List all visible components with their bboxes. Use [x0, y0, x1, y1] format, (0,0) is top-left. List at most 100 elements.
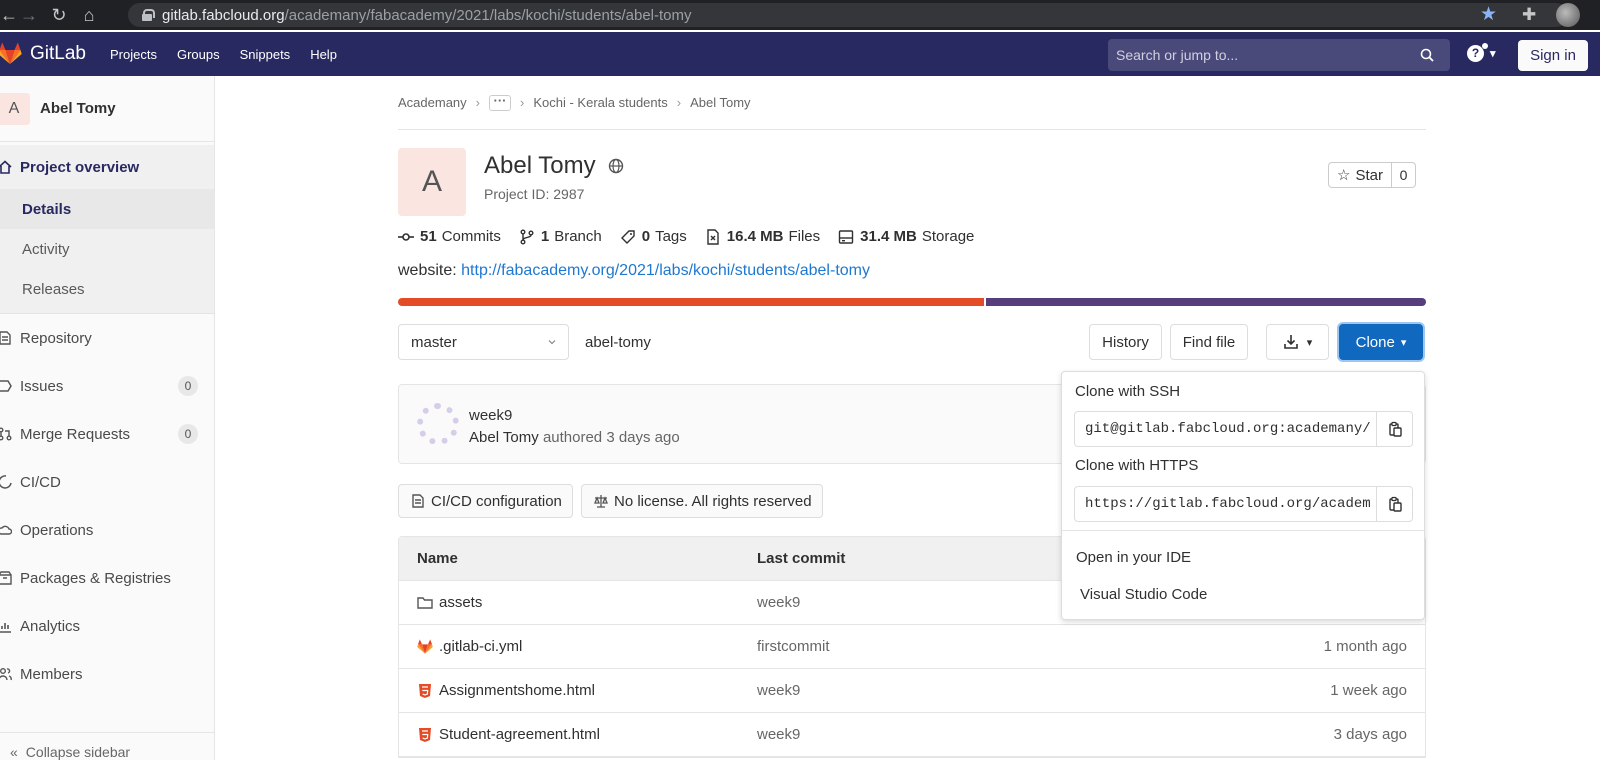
- sidebar-item-cicd[interactable]: CI/CD: [0, 458, 214, 506]
- bookmark-star-icon[interactable]: ★: [1480, 0, 1497, 30]
- files-size: 16.4 MB: [726, 228, 784, 245]
- commit-author[interactable]: Abel Tomy: [469, 429, 539, 446]
- clone-dropdown-menu: Clone with SSH Clone with HTTPS Open in …: [1061, 371, 1425, 620]
- nav-help[interactable]: Help: [310, 47, 337, 62]
- file-name-cell[interactable]: Student-agreement.html: [417, 726, 600, 743]
- tag-icon: [620, 229, 635, 244]
- address-bar[interactable]: gitlab.fabcloud.org/academany/fabacademy…: [128, 3, 1568, 27]
- file-last-update: 3 days ago: [1333, 726, 1407, 743]
- url-host: gitlab.fabcloud.org: [162, 6, 285, 24]
- home-icon[interactable]: ⌂: [74, 0, 104, 30]
- collapse-sidebar-button[interactable]: « Collapse sidebar: [0, 732, 215, 760]
- stat-storage[interactable]: 31.4 MB Storage: [838, 228, 974, 245]
- clone-ssh-url-input[interactable]: [1074, 411, 1377, 447]
- find-file-button[interactable]: Find file: [1170, 324, 1248, 360]
- chevron-right-icon: ›: [676, 95, 682, 110]
- license-button[interactable]: No license. All rights reserved: [581, 484, 823, 518]
- language-segment-html[interactable]: [398, 298, 984, 306]
- sidebar-item-label: Merge Requests: [20, 425, 131, 443]
- stat-branch[interactable]: 1 Branch: [519, 228, 602, 245]
- sidebar-item-details[interactable]: Details: [0, 189, 214, 229]
- open-in-vscode-item[interactable]: Visual Studio Code: [1080, 586, 1207, 603]
- chevron-down-icon: [548, 340, 556, 345]
- sidebar-item-issues[interactable]: Issues 0: [0, 362, 214, 410]
- search-input[interactable]: [1108, 39, 1450, 71]
- language-segment-css[interactable]: [985, 298, 1426, 306]
- star-button[interactable]: ☆ Star: [1328, 162, 1392, 188]
- scale-icon: [594, 495, 608, 508]
- star-label: Star: [1355, 166, 1383, 184]
- breadcrumb-academany[interactable]: Academany: [398, 95, 467, 110]
- notification-dot: [1482, 43, 1488, 49]
- file-last-commit[interactable]: week9: [757, 594, 800, 611]
- column-name: Name: [417, 550, 458, 567]
- copy-ssh-url-button[interactable]: [1377, 411, 1413, 447]
- author-avatar[interactable]: [417, 403, 459, 445]
- project-avatar-large: A: [398, 148, 466, 216]
- breadcrumb-kochi[interactable]: Kochi - Kerala students: [533, 95, 667, 110]
- globe-icon: [608, 158, 623, 174]
- lock-icon: [142, 9, 155, 21]
- sidebar-item-members[interactable]: Members: [0, 650, 214, 698]
- file-last-commit[interactable]: week9: [757, 682, 800, 699]
- branch-dropdown[interactable]: master: [398, 324, 569, 360]
- breadcrumb-current[interactable]: Abel Tomy: [690, 95, 750, 110]
- home-icon: [0, 160, 12, 174]
- stat-files[interactable]: 16.4 MB Files: [705, 228, 820, 245]
- project-avatar: A: [0, 92, 30, 125]
- table-row[interactable]: Student-agreement.html week9 3 days ago: [399, 713, 1425, 757]
- sidebar-item-activity[interactable]: Activity: [0, 229, 214, 269]
- repository-languages-bar[interactable]: [398, 298, 1426, 306]
- nav-snippets[interactable]: Snippets: [240, 47, 291, 62]
- sidebar-project-header[interactable]: A Abel Tomy: [0, 76, 214, 142]
- file-last-update: 1 week ago: [1330, 682, 1407, 699]
- website-link[interactable]: http://fabacademy.org/2021/labs/kochi/st…: [461, 262, 870, 279]
- file-name-cell[interactable]: Assignmentshome.html: [417, 682, 595, 699]
- cicd-configuration-button[interactable]: CI/CD configuration: [398, 484, 573, 518]
- file-name: Assignmentshome.html: [439, 682, 595, 699]
- table-row[interactable]: Assignmentshome.html week9 1 week ago: [399, 669, 1425, 713]
- file-name-cell[interactable]: .gitlab-ci.yml: [417, 638, 522, 655]
- sidebar-item-merge-requests[interactable]: Merge Requests 0: [0, 410, 214, 458]
- history-button[interactable]: History: [1089, 324, 1162, 360]
- nav-projects[interactable]: Projects: [110, 47, 157, 62]
- sidebar-item-releases[interactable]: Releases: [0, 269, 214, 309]
- file-last-commit[interactable]: week9: [757, 726, 800, 743]
- back-icon[interactable]: ←: [0, 0, 18, 30]
- stat-commits[interactable]: 51 Commits: [398, 228, 501, 245]
- file-name-cell[interactable]: assets: [417, 594, 482, 611]
- cloud-gear-icon: [0, 525, 12, 535]
- profile-avatar[interactable]: [1556, 3, 1580, 27]
- table-row[interactable]: .gitlab-ci.yml firstcommit 1 month ago: [399, 625, 1425, 669]
- copy-https-url-button[interactable]: [1377, 486, 1413, 522]
- breadcrumb-more-button[interactable]: ···: [489, 94, 511, 111]
- reload-icon[interactable]: ↻: [44, 0, 74, 30]
- sidebar-item-label: Repository: [20, 329, 92, 347]
- sidebar-item-packages[interactable]: Packages & Registries: [0, 554, 214, 602]
- sidebar-item-operations[interactable]: Operations: [0, 506, 214, 554]
- cicd-configuration-label: CI/CD configuration: [431, 492, 562, 510]
- repository-path[interactable]: abel-tomy: [585, 334, 651, 351]
- download-button[interactable]: ▾: [1266, 324, 1329, 360]
- stat-tags[interactable]: 0 Tags: [620, 228, 687, 245]
- file-last-commit[interactable]: firstcommit: [757, 638, 830, 655]
- sign-in-button[interactable]: Sign in: [1518, 40, 1588, 71]
- top-nav: Projects Groups Snippets Help: [110, 47, 357, 62]
- clone-button[interactable]: Clone ▾: [1339, 324, 1423, 360]
- gitlab-logo[interactable]: GitLab: [0, 42, 86, 66]
- sidebar-item-repository[interactable]: Repository: [0, 314, 214, 362]
- commit-title[interactable]: week9: [469, 407, 512, 424]
- tags-label: Tags: [655, 228, 687, 245]
- html5-icon: [419, 683, 431, 698]
- sidebar-item-project-overview[interactable]: Project overview: [0, 145, 214, 189]
- gitlab-brand: GitLab: [30, 43, 86, 64]
- chevron-down-icon: ▾: [1306, 336, 1313, 349]
- sidebar-project-name: Abel Tomy: [40, 100, 116, 117]
- nav-groups[interactable]: Groups: [177, 47, 220, 62]
- star-count[interactable]: 0: [1392, 162, 1416, 188]
- extensions-puzzle-icon[interactable]: ✚: [1522, 0, 1536, 30]
- help-dropdown[interactable]: ? ▾: [1467, 43, 1496, 62]
- forward-icon[interactable]: →: [14, 0, 44, 30]
- clone-https-url-input[interactable]: [1074, 486, 1377, 522]
- sidebar-item-analytics[interactable]: Analytics: [0, 602, 214, 650]
